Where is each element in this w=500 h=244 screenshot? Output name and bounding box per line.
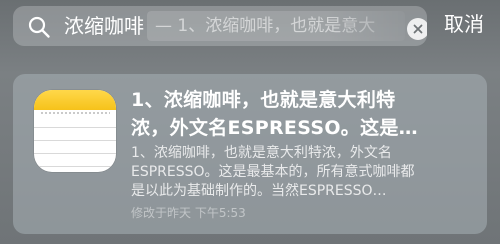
- search-bar[interactable]: 浓缩咖啡 — 1、浓缩咖啡，也就是意大: [13, 6, 427, 46]
- result-snippet-line: 1、浓缩咖啡，也就是意大利特浓，外文名: [131, 145, 392, 161]
- result-title-line: 1、浓缩咖啡，也就是意大利特: [131, 89, 396, 111]
- cancel-button[interactable]: 取消: [444, 11, 484, 37]
- clear-search-button[interactable]: [407, 18, 427, 40]
- close-icon: [413, 24, 423, 34]
- search-result-card[interactable]: 1、浓缩咖啡，也就是意大利特 浓，外文名ESPRESSO。这是… 1、浓缩咖啡，…: [13, 74, 487, 234]
- result-snippet-line: 是以此为基础制作的。当然ESPRESSO…: [131, 183, 387, 199]
- modified-timestamp: 修改于昨天 下午5:53: [131, 206, 246, 220]
- result-title: 1、浓缩咖啡，也就是意大利特 浓，外文名ESPRESSO。这是…: [131, 86, 467, 142]
- search-icon: [28, 16, 50, 38]
- result-snippet: 1、浓缩咖啡，也就是意大利特浓，外文名 ESPRESSO。这是最基本的，所有意式…: [131, 144, 467, 201]
- search-input[interactable]: 浓缩咖啡: [64, 14, 144, 38]
- result-title-line: 浓，外文名ESPRESSO。这是…: [131, 117, 418, 139]
- search-suggestion[interactable]: — 1、浓缩咖啡，也就是意大: [147, 11, 405, 41]
- result-snippet-line: ESPRESSO。这是最基本的，所有意式咖啡都: [131, 164, 415, 180]
- notes-icon: [34, 90, 116, 172]
